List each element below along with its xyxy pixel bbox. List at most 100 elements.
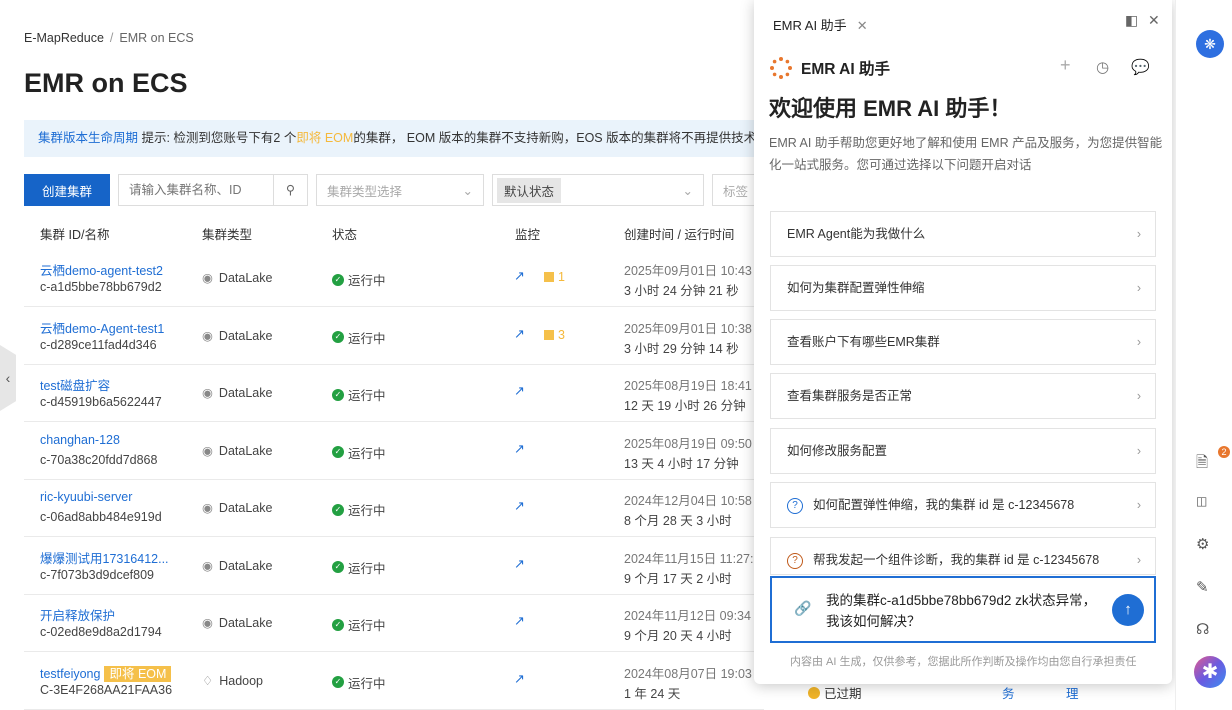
monitor-chart-icon[interactable]: ↗ bbox=[514, 441, 525, 457]
monitor-chart-icon[interactable]: ↗ bbox=[514, 326, 525, 342]
split-view-icon[interactable]: ◧ bbox=[1125, 12, 1138, 29]
table-row: changhan-128 c-70a38c20fdd7d868 ◉ DataLak… bbox=[24, 423, 764, 480]
cluster-name[interactable]: 开启释放保护 bbox=[40, 609, 115, 623]
arrow-up-icon: ↑ bbox=[1124, 601, 1132, 618]
action-link[interactable]: 务 bbox=[1002, 683, 1015, 702]
cluster-name-link[interactable]: 爆爆测试用17316412... bbox=[40, 548, 169, 567]
col-header-time: 创建时间 / 运行时间 bbox=[624, 228, 735, 242]
status-select[interactable]: 默认状态 ⌄ bbox=[492, 174, 704, 206]
suggested-question[interactable]: 如何修改服务配置 › bbox=[770, 428, 1156, 474]
check-circle-icon: ✓ bbox=[332, 561, 344, 573]
alarm-number: 1 bbox=[558, 270, 565, 284]
cluster-name-link[interactable]: ric-kyuubi-server bbox=[40, 490, 132, 504]
cluster-name-link[interactable]: testfeiyong 即将 EOM bbox=[40, 663, 172, 682]
monitor-chart-icon[interactable]: ↗ bbox=[514, 498, 525, 514]
gear-icon[interactable]: ⚙ bbox=[1196, 535, 1209, 553]
chat-input-text[interactable]: 我的集群c-a1d5bbe78bb679d2 zk状态异常，我该如何解决？ bbox=[826, 590, 1106, 632]
chevron-down-icon: ⌄ bbox=[682, 183, 693, 198]
created-time: 2025年08月19日 18:41 bbox=[624, 379, 752, 393]
cluster-type-select[interactable]: 集群类型选择 ⌄ bbox=[316, 174, 484, 206]
headset-icon[interactable]: ☊ bbox=[1196, 620, 1209, 638]
send-button[interactable]: ↑ bbox=[1112, 594, 1144, 626]
cluster-id: C-3E4F268AA21FAA36 bbox=[40, 682, 173, 697]
cluster-type-label: DataLake bbox=[218, 271, 273, 285]
cluster-name[interactable]: testfeiyong bbox=[40, 667, 100, 681]
cluster-name-link[interactable]: test磁盘扩容 bbox=[40, 375, 110, 394]
alarm-count[interactable]: 1 bbox=[544, 270, 565, 284]
table-row: 爆爆测试用17316412... c-7f073b3d9dcef809 ◉ Dat… bbox=[24, 538, 764, 595]
cluster-name[interactable]: ric-kyuubi-server bbox=[40, 490, 132, 504]
table-row: 云栖demo-agent-test2 c-a1d5bbe78bb679d2 ◉ D… bbox=[24, 250, 764, 307]
monitor-chart-icon[interactable]: ↗ bbox=[514, 671, 525, 687]
chat-bubbles-icon[interactable]: 💬 bbox=[1131, 58, 1150, 76]
cluster-type-icon: ◉ bbox=[202, 443, 213, 458]
action-link[interactable]: 理 bbox=[1066, 683, 1079, 702]
cluster-name[interactable]: changhan-128 bbox=[40, 433, 120, 447]
edit-icon[interactable]: ✎ bbox=[1196, 578, 1209, 596]
app-icon[interactable]: ◫ bbox=[1196, 494, 1207, 508]
cluster-type-icon: ◉ bbox=[202, 386, 213, 400]
monitor-chart-icon[interactable]: ↗ bbox=[514, 383, 525, 399]
check-circle-icon: ✓ bbox=[332, 676, 344, 688]
cluster-name[interactable]: 云栖demo-Agent-test1 bbox=[40, 322, 164, 336]
toolbar: 创建集群 ⚲ 集群类型选择 ⌄ 默认状态 ⌄ 标签 bbox=[24, 174, 772, 206]
cluster-type-label: DataLake bbox=[218, 386, 273, 400]
question-text: EMR Agent能为我做什么 bbox=[787, 227, 926, 241]
check-circle-icon: ✓ bbox=[332, 446, 344, 458]
question-text: 帮我发起一个组件诊断，我的集群 id 是 c-12345678 bbox=[813, 553, 1100, 567]
uptime: 3 小时 24 分钟 21 秒 bbox=[624, 284, 739, 298]
chevron-right-icon: › bbox=[1136, 553, 1141, 567]
new-chat-icon[interactable]: + bbox=[1060, 55, 1071, 76]
status-text: 运行中 bbox=[348, 619, 386, 633]
chat-input[interactable]: 🔗 我的集群c-a1d5bbe78bb679d2 zk状态异常，我该如何解决？ … bbox=[770, 576, 1156, 643]
status-badge: ✓ 运行中 bbox=[332, 443, 386, 462]
suggested-question[interactable]: ? 帮我发起一个组件诊断，我的集群 id 是 c-12345678 › bbox=[770, 537, 1156, 575]
search-input[interactable] bbox=[119, 175, 273, 205]
tab-label: EMR AI 助手 bbox=[773, 18, 847, 33]
suggested-question[interactable]: EMR Agent能为我做什么 › bbox=[770, 211, 1156, 257]
question-text: 如何为集群配置弹性伸缩 bbox=[787, 281, 925, 295]
status-badge: ✓ 运行中 bbox=[332, 615, 386, 634]
close-tab-icon[interactable]: ✕ bbox=[857, 18, 868, 33]
breadcrumb-root[interactable]: E-MapReduce bbox=[24, 31, 104, 45]
history-icon[interactable]: ◷ bbox=[1096, 58, 1109, 76]
ai-assistant-panel: EMR AI 助手 ✕ ◧ ✕ EMR AI 助手 + ◷ 💬 欢迎使用 EMR … bbox=[754, 0, 1172, 684]
assistant-launcher-icon[interactable]: ❋ bbox=[1196, 30, 1224, 58]
assistant-tab[interactable]: EMR AI 助手 ✕ bbox=[773, 15, 868, 34]
collapse-handle[interactable]: ‹ bbox=[0, 345, 16, 411]
cluster-name[interactable]: test磁盘扩容 bbox=[40, 379, 110, 393]
close-icon[interactable]: ✕ bbox=[1148, 12, 1160, 29]
document-icon[interactable]: 🗎 bbox=[1196, 452, 1208, 477]
suggested-question[interactable]: 如何为集群配置弹性伸缩 › bbox=[770, 265, 1156, 311]
chevron-right-icon: › bbox=[1136, 335, 1141, 349]
status-badge: ✓ 运行中 bbox=[332, 328, 386, 347]
search-icon[interactable]: ⚲ bbox=[273, 175, 307, 205]
cluster-name-link[interactable]: 开启释放保护 bbox=[40, 605, 115, 624]
cluster-name-link[interactable]: 云栖demo-agent-test2 bbox=[40, 260, 163, 279]
cluster-name-link[interactable]: changhan-128 bbox=[40, 433, 120, 447]
status-badge: ✓ 运行中 bbox=[332, 270, 386, 289]
monitor-chart-icon[interactable]: ↗ bbox=[514, 556, 525, 572]
suggested-question[interactable]: 查看账户下有哪些EMR集群 › bbox=[770, 319, 1156, 365]
suggested-question[interactable]: 查看集群服务是否正常 › bbox=[770, 373, 1156, 419]
ai-spark-icon[interactable]: ✱ bbox=[1194, 656, 1226, 688]
cluster-name-link[interactable]: 云栖demo-Agent-test1 bbox=[40, 318, 164, 337]
monitor-chart-icon[interactable]: ↗ bbox=[514, 268, 525, 284]
create-cluster-button[interactable]: 创建集群 bbox=[24, 174, 110, 206]
suggested-question[interactable]: ? 如何配置弹性伸缩，我的集群 id 是 c-12345678 › bbox=[770, 482, 1156, 528]
uptime: 1 年 24 天 bbox=[624, 686, 681, 701]
attach-link-icon[interactable]: 🔗 bbox=[794, 600, 811, 617]
cluster-type-label: DataLake bbox=[218, 328, 273, 343]
status-badge: ✓ 运行中 bbox=[332, 500, 386, 519]
created-time: 2025年08月19日 09:50 bbox=[624, 436, 752, 451]
cluster-type: ◉ DataLake bbox=[202, 558, 272, 573]
cluster-name[interactable]: 爆爆测试用17316412... bbox=[40, 552, 169, 566]
page-title: EMR on ECS bbox=[24, 68, 188, 98]
alarm-count[interactable]: 3 bbox=[544, 328, 565, 342]
monitor-chart-icon[interactable]: ↗ bbox=[514, 613, 525, 629]
col-header-type: 集群类型 bbox=[202, 228, 253, 242]
lifecycle-link[interactable]: 集群版本生命周期 bbox=[38, 131, 138, 145]
created-time: 2025年09月01日 10:38 bbox=[624, 321, 752, 336]
cluster-name[interactable]: 云栖demo-agent-test2 bbox=[40, 264, 163, 278]
table-row: ric-kyuubi-server c-06ad8abb484e919d ◉ Da… bbox=[24, 480, 764, 537]
